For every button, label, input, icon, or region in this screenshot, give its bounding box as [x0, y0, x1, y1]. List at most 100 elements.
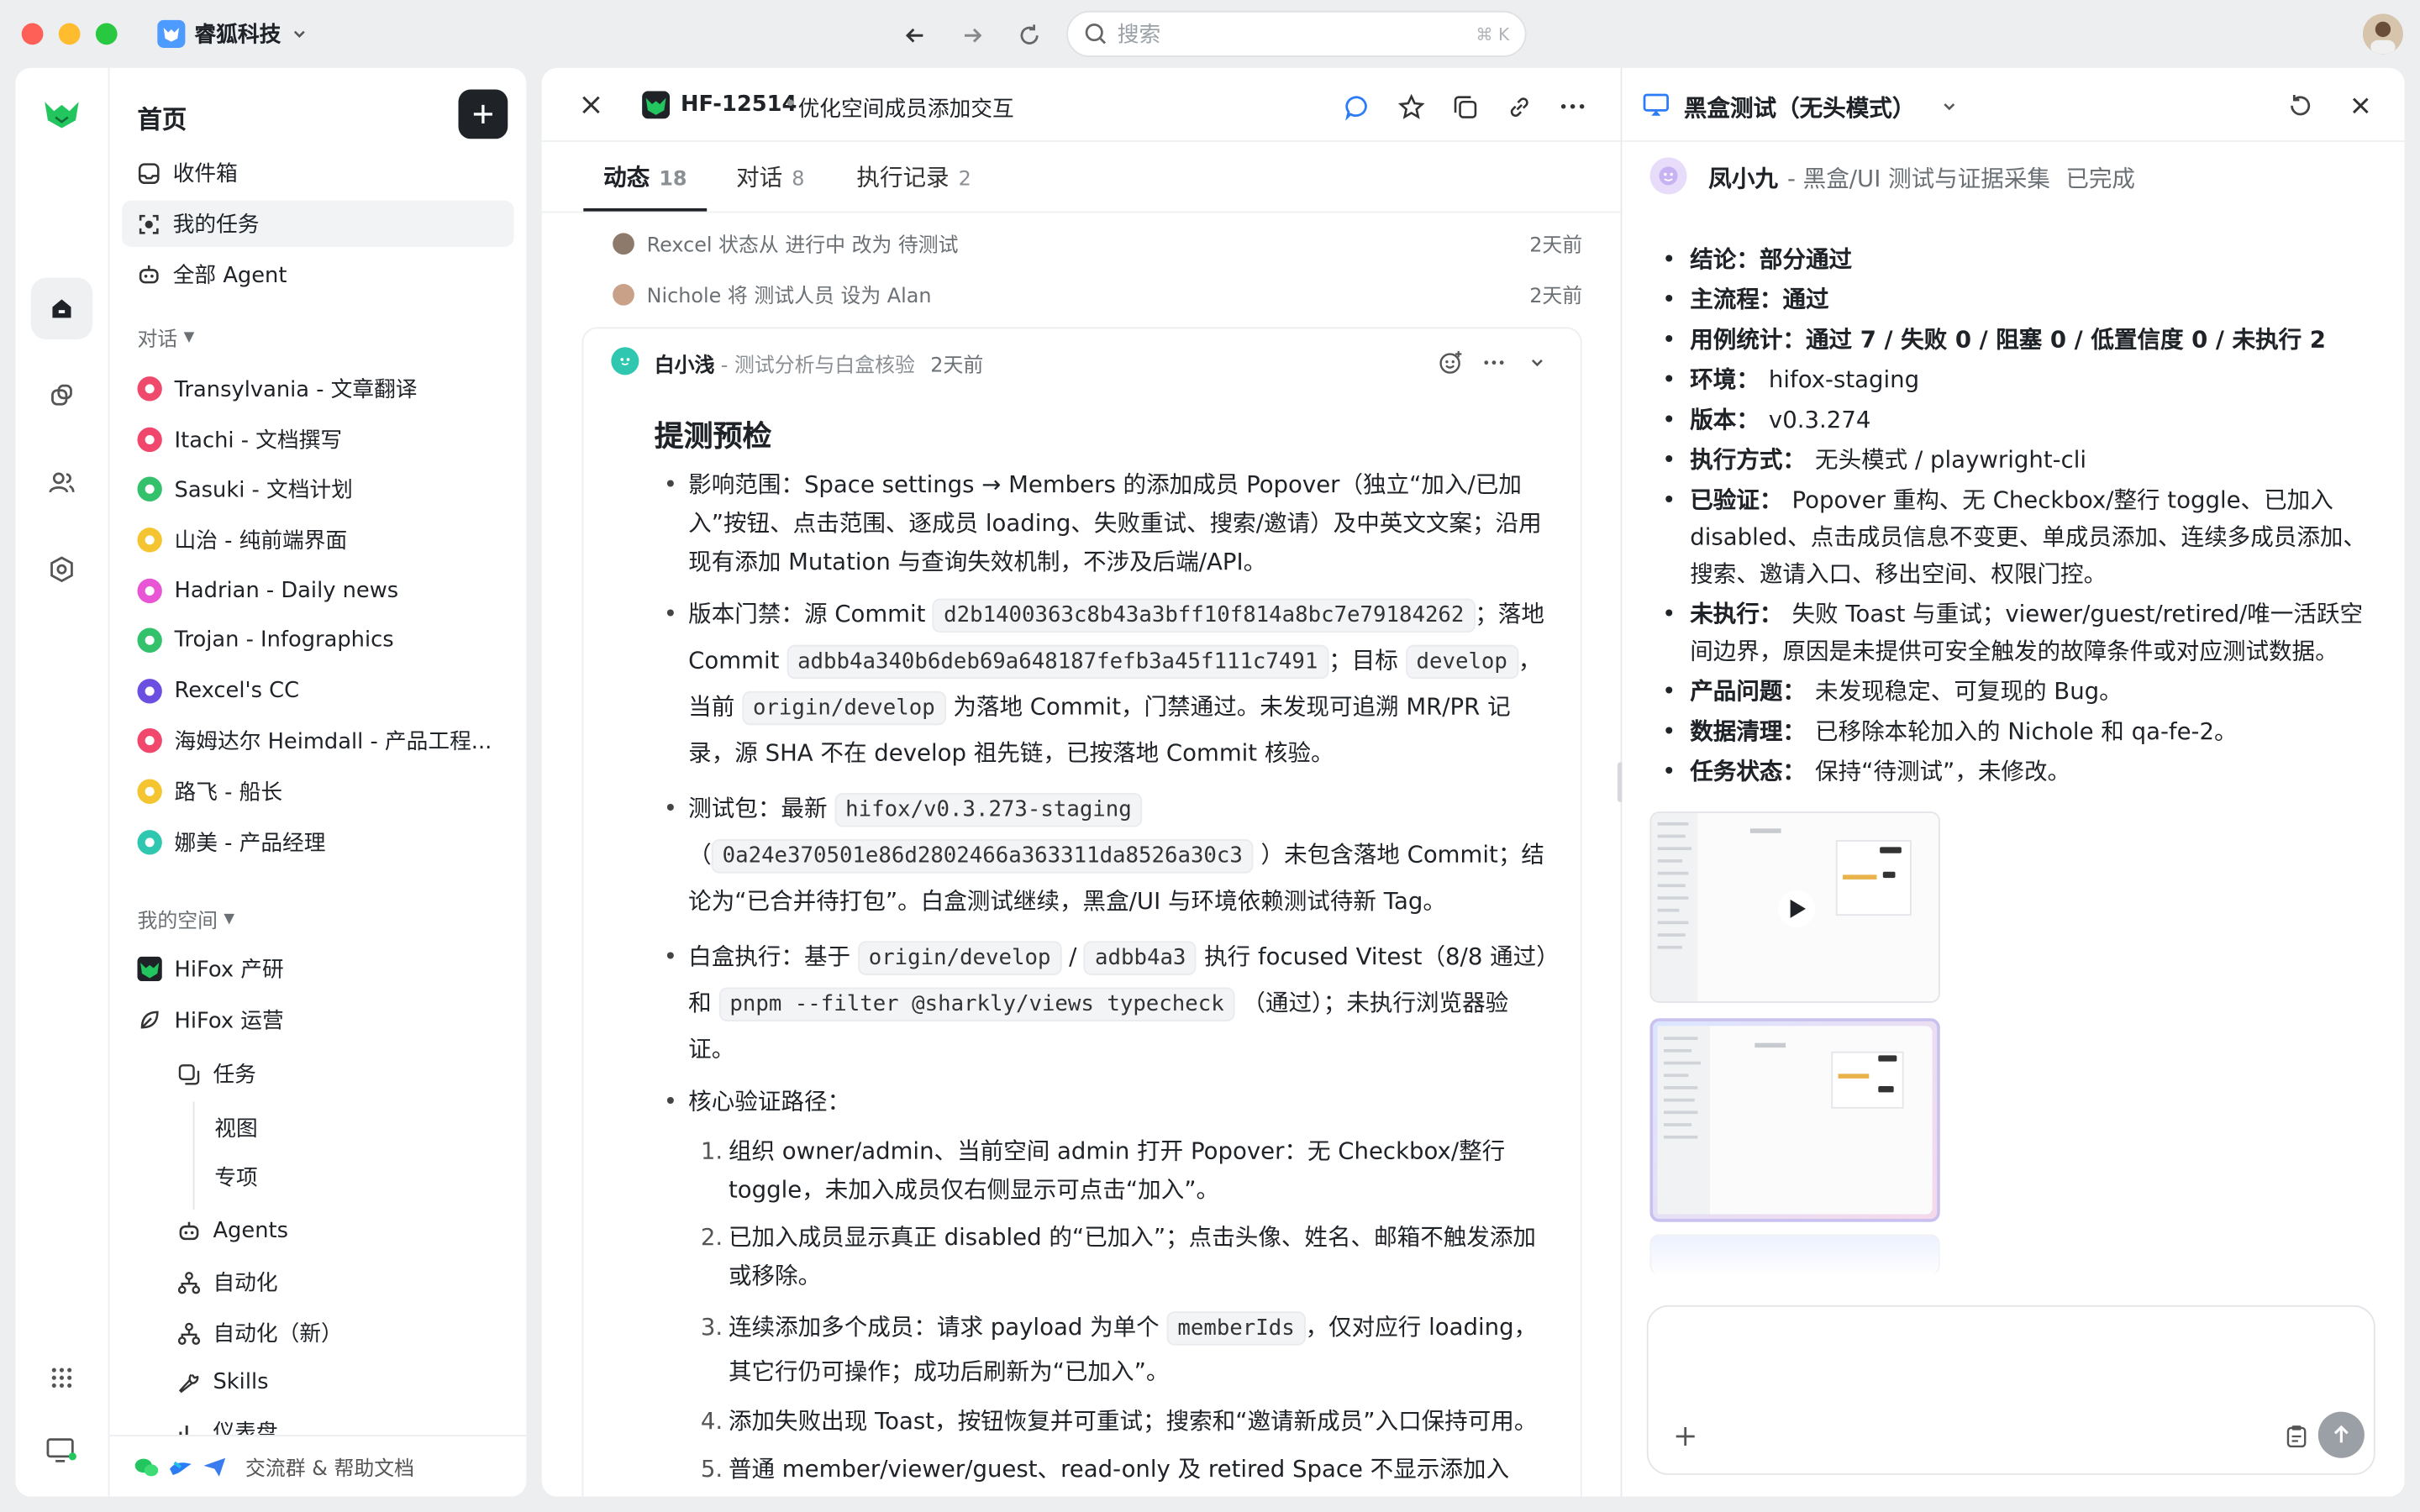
plus-icon[interactable] [1670, 1421, 1701, 1452]
bullet-text: 白盒执行：基于 [688, 942, 851, 971]
branch-name: develop [1405, 644, 1518, 680]
tab-execution-log[interactable]: 执行记录 2 [856, 160, 971, 193]
separator-dot: • [784, 92, 797, 118]
result-value: 通过 [1782, 285, 1829, 313]
rail-members-button[interactable] [31, 452, 92, 513]
user-avatar[interactable] [2363, 13, 2403, 55]
close-window-button[interactable] [21, 23, 44, 45]
sidebar-conversation-item[interactable]: Hadrian - Daily news [122, 568, 514, 614]
message-composer[interactable] [1646, 1305, 2375, 1475]
tab-conversations[interactable]: 对话 8 [736, 160, 804, 193]
result-value: v0.3.274 [1768, 406, 1871, 434]
clipboard-icon[interactable] [2281, 1421, 2312, 1452]
execution-header: 黑盒测试（无头模式） [1622, 68, 2405, 142]
duplicate-icon[interactable] [1449, 91, 1481, 122]
sidebar-item-label: 我的任务 [172, 213, 260, 238]
package-tag: hifox/v0.3.273-staging [834, 793, 1143, 827]
list-item: 2. 已加入成员显示真正 disabled 的“已加入”；点击头像、姓名、邮箱不触… [688, 1219, 1549, 1296]
sidebar-item-my-tasks[interactable]: 我的任务 [122, 200, 514, 247]
sidebar-item-inbox[interactable]: 收件箱 [122, 150, 514, 196]
sidebar-conversation-item[interactable]: Rexcel's CC [122, 668, 514, 714]
result-key: 主流程： [1690, 285, 1783, 313]
sidebar-conversation-item[interactable]: Sasuki - 文档计划 [122, 466, 514, 512]
bullet-text: ；目标 [1328, 646, 1398, 675]
more-icon[interactable] [1557, 91, 1588, 122]
rail-settings-button[interactable] [31, 538, 92, 600]
sidebar-item-automation[interactable]: 自动化 [162, 1259, 514, 1305]
sidebar-item-tasks[interactable]: 任务 [162, 1051, 514, 1097]
link-icon[interactable] [1503, 91, 1534, 122]
commit-sha: adbb4a3 [1084, 941, 1197, 975]
sidebar-item-projects[interactable]: 专项 [199, 1154, 514, 1200]
send-button[interactable] [2317, 1411, 2365, 1458]
result-key: 版本： [1690, 406, 1760, 434]
result-key: 数据清理： [1690, 717, 1807, 746]
chevron-down-icon[interactable] [1522, 347, 1553, 378]
sidebar-item-label: 自动化（新） [213, 1322, 343, 1347]
help-footer-label: 交流群 & 帮助文档 [245, 1457, 414, 1482]
sidebar-space-hifox-rd[interactable]: HiFox 产研 [122, 946, 514, 992]
refresh-icon[interactable] [1013, 18, 1046, 52]
sidebar-conversation-item[interactable]: 娜美 - 产品经理 [122, 819, 514, 865]
sidebar-title: 首页 [137, 104, 187, 134]
sidebar-item-automation-new[interactable]: 自动化（新） [162, 1310, 514, 1356]
more-icon[interactable] [1479, 347, 1510, 378]
sidebar-item-label: Agents [213, 1219, 288, 1244]
comment-body: 提测预检 影响范围：Space settings → Members 的添加成员… [655, 418, 1549, 1497]
close-icon[interactable] [2344, 90, 2375, 121]
tab-activity[interactable]: 动态 18 [603, 160, 687, 193]
chevron-down-icon[interactable] [1933, 91, 1965, 122]
conversations-section-header[interactable]: 对话 ▼ [137, 323, 194, 352]
sidebar-conversation-item[interactable]: 山治 - 纯前端界面 [122, 517, 514, 563]
agent-name[interactable]: 凤小九 [1708, 162, 1778, 195]
workspace-switcher[interactable]: 睿狐科技 [157, 15, 308, 52]
apps-grid-icon[interactable] [31, 1347, 92, 1408]
rail-home-button[interactable] [30, 277, 93, 340]
section-label: 对话 [137, 328, 178, 352]
forward-arrow-icon[interactable] [955, 18, 989, 52]
command: pnpm --filter @sharkly/views typecheck [718, 987, 1235, 1021]
sidebar-conversation-item[interactable]: 路飞 - 船长 [122, 769, 514, 815]
search-shortcut: ⌘ K [1476, 24, 1510, 45]
sidebar-item-label: 专项 [214, 1166, 258, 1191]
sidebar-conversation-item[interactable]: Itachi - 文档撰写 [122, 417, 514, 463]
sidebar-item-all-agents[interactable]: 全部 Agent [122, 251, 514, 297]
activity-time: 2天前 [1529, 234, 1583, 258]
sidebar-conversation-item[interactable]: Trojan - Infographics [122, 617, 514, 664]
new-item-button[interactable] [458, 89, 508, 139]
task-id[interactable]: HF-12514 [681, 92, 797, 117]
result-key: 执行方式： [1690, 445, 1807, 474]
zoom-window-button[interactable] [95, 23, 118, 45]
emoji-reaction-icon[interactable] [1435, 347, 1466, 378]
sidebar-item-skills[interactable]: Skills [162, 1359, 514, 1405]
close-icon[interactable] [576, 90, 607, 121]
history-icon[interactable] [2284, 90, 2315, 121]
sidebar-item-agents[interactable]: Agents [162, 1208, 514, 1254]
sidebar-item-views[interactable]: 视图 [199, 1105, 514, 1151]
rail-spaces-button[interactable] [31, 364, 92, 425]
commit-sha: adbb4a340b6deb69a648187fefb3a45f111c7491 [786, 644, 1329, 680]
evidence-thumbnail-partial[interactable] [1649, 1234, 1940, 1275]
desktop-icon[interactable] [31, 1420, 92, 1481]
list-item: 白盒执行：基于 origin/develop / adbb4a3 执行 focu… [655, 935, 1549, 1072]
sidebar-space-hifox-ops[interactable]: HiFox 运营 [122, 997, 514, 1043]
evidence-screenshot-thumbnail[interactable] [1649, 1018, 1940, 1222]
list-item: 3. 连续添加多个成员：请求 payload 为单个 memberIds ，仅对应行… [688, 1305, 1549, 1394]
help-footer[interactable]: 交流群 & 帮助文档 [109, 1435, 527, 1497]
space-logo-icon [137, 956, 162, 982]
comment-icon[interactable] [1341, 91, 1372, 122]
minimize-window-button[interactable] [58, 23, 81, 45]
sidebar-conversation-item[interactable]: Transylvania - 文章翻译 [122, 365, 514, 412]
star-icon[interactable] [1395, 91, 1426, 122]
app-logo-icon[interactable] [42, 96, 82, 133]
back-arrow-icon[interactable] [898, 18, 932, 52]
agent-avatar-icon [137, 627, 162, 653]
result-key: 用例统计： [1690, 325, 1807, 354]
spaces-section-header[interactable]: 我的空间 ▼ [137, 904, 234, 934]
comment-author[interactable]: 白小浅 [655, 349, 715, 378]
sidebar-conversation-item[interactable]: 海姆达尔 Heimdall - 产品工程... [122, 717, 514, 764]
search-icon [1083, 22, 1107, 46]
global-search-input[interactable]: 搜索 ⌘ K [1066, 10, 1527, 57]
agent-avatar [611, 347, 639, 375]
evidence-video-thumbnail[interactable] [1649, 811, 1940, 1003]
